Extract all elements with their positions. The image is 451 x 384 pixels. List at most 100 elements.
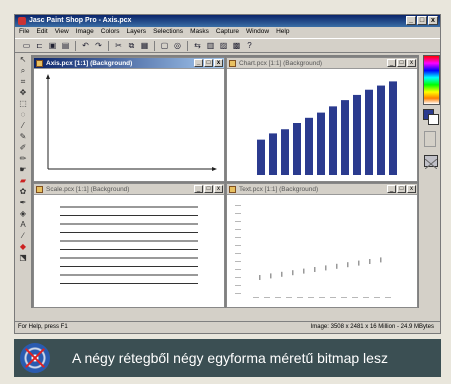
- document-window-chart[interactable]: Chart.pcx [1:1] (Background) _ □ x: [226, 57, 418, 182]
- crop-icon[interactable]: ⌗: [18, 77, 28, 87]
- color-spectrum[interactable]: [423, 55, 440, 105]
- scale-canvas[interactable]: [34, 195, 224, 307]
- doc-minimize-button[interactable]: _: [194, 185, 203, 193]
- image-icon[interactable]: ▨: [218, 41, 229, 51]
- toolbar: ▭ ⊏ ▣ ▤ ↶ ↷ ✂ ⧉ ▦ ▢ ◎ ⇆ ▥ ▨ ▩ ?: [15, 38, 440, 53]
- chart-bar: [365, 89, 373, 175]
- menu-edit[interactable]: Edit: [36, 27, 47, 37]
- zoom-icon[interactable]: ⌕: [18, 66, 28, 76]
- doc-close-button[interactable]: x: [407, 59, 416, 67]
- background-swatch[interactable]: [428, 114, 439, 125]
- document-icon: [36, 186, 43, 193]
- toolbar-separator: [187, 40, 188, 51]
- menu-colors[interactable]: Colors: [101, 27, 120, 37]
- document-window-scale[interactable]: Scale.pcx [1:1] (Background) _ □ x: [33, 183, 225, 308]
- paste-icon[interactable]: ▦: [139, 41, 150, 51]
- document-icon: [229, 60, 236, 67]
- chart-bar: [389, 81, 397, 175]
- doc-maximize-button[interactable]: □: [397, 185, 406, 193]
- chart-bar: [269, 133, 277, 175]
- value-label-mark: [380, 257, 382, 263]
- text-icon[interactable]: A: [18, 220, 28, 230]
- menu-image[interactable]: Image: [76, 27, 94, 37]
- app-window: Jasc Paint Shop Pro - Axis.pcx _ □ x Fil…: [14, 14, 441, 334]
- texture-swatch[interactable]: [424, 155, 438, 170]
- menu-selections[interactable]: Selections: [153, 27, 183, 37]
- draw-icon[interactable]: ∕: [18, 231, 28, 241]
- document-title: Text.pcx [1:1] (Background): [239, 186, 319, 193]
- doc-minimize-button[interactable]: _: [387, 185, 396, 193]
- menu-capture[interactable]: Capture: [216, 27, 239, 37]
- open-icon[interactable]: ⊏: [34, 41, 45, 51]
- menu-masks[interactable]: Masks: [190, 27, 209, 37]
- paintbrush-icon[interactable]: ✎: [18, 132, 28, 142]
- clone-icon[interactable]: ✐: [18, 143, 28, 153]
- help-icon[interactable]: ?: [244, 41, 255, 51]
- cut-icon[interactable]: ✂: [113, 41, 124, 51]
- color-replacer-icon[interactable]: ✏: [18, 154, 28, 164]
- document-title: Chart.pcx [1:1] (Background): [239, 60, 323, 67]
- swap-colors-icon[interactable]: [424, 131, 436, 147]
- object-selector-icon[interactable]: ⬔: [18, 253, 28, 263]
- menu-help[interactable]: Help: [276, 27, 289, 37]
- redo-icon[interactable]: ↷: [93, 41, 104, 51]
- menu-layers[interactable]: Layers: [127, 27, 147, 37]
- browse-icon[interactable]: ◎: [172, 41, 183, 51]
- dropper-icon[interactable]: ⁄: [18, 121, 28, 131]
- text-canvas[interactable]: [227, 195, 417, 307]
- chart-canvas[interactable]: [227, 69, 417, 181]
- document-icon: [229, 186, 236, 193]
- doc-close-button[interactable]: x: [214, 185, 223, 193]
- preset-shapes-icon[interactable]: ◆: [18, 242, 28, 252]
- picture-tube-icon[interactable]: ✿: [18, 187, 28, 197]
- doc-minimize-button[interactable]: _: [387, 59, 396, 67]
- axis-label-mark: [235, 221, 241, 222]
- document-title-bar[interactable]: Chart.pcx [1:1] (Background) _ □ x: [227, 58, 417, 69]
- app-icon[interactable]: [18, 17, 26, 25]
- flood-fill-icon[interactable]: ◈: [18, 209, 28, 219]
- axis-drawing: [46, 74, 217, 171]
- close-button[interactable]: x: [428, 16, 438, 25]
- doc-close-button[interactable]: x: [214, 59, 223, 67]
- document-window-axis[interactable]: Axis.pcx [1:1] (Background) _ □ x: [33, 57, 225, 182]
- undo-icon[interactable]: ↶: [80, 41, 91, 51]
- maximize-button[interactable]: □: [417, 16, 427, 25]
- doc-maximize-button[interactable]: □: [204, 185, 213, 193]
- copy-icon[interactable]: ⧉: [126, 41, 137, 51]
- toggle-icon[interactable]: ⇆: [192, 41, 203, 51]
- no-texture-icon: [424, 158, 438, 170]
- document-title-bar[interactable]: Scale.pcx [1:1] (Background) _ □ x: [34, 184, 224, 195]
- eraser-icon[interactable]: ▰: [18, 176, 28, 186]
- category-label-mark: [341, 297, 347, 298]
- new-icon[interactable]: ▭: [21, 41, 32, 51]
- doc-maximize-button[interactable]: □: [397, 59, 406, 67]
- menu-bar: File Edit View Image Colors Layers Selec…: [15, 27, 440, 37]
- document-title-bar[interactable]: Axis.pcx [1:1] (Background) _ □ x: [34, 58, 224, 69]
- save-icon[interactable]: ▣: [47, 41, 58, 51]
- print-icon[interactable]: ▤: [60, 41, 71, 51]
- doc-minimize-button[interactable]: _: [194, 59, 203, 67]
- menu-file[interactable]: File: [19, 27, 29, 37]
- mover-icon[interactable]: ✥: [18, 88, 28, 98]
- doc-maximize-button[interactable]: □: [204, 59, 213, 67]
- retouch-icon[interactable]: ☛: [18, 165, 28, 175]
- histogram-icon[interactable]: ▥: [205, 41, 216, 51]
- minimize-button[interactable]: _: [406, 16, 416, 25]
- document-title-bar[interactable]: Text.pcx [1:1] (Background) _ □ x: [227, 184, 417, 195]
- x-axis-arrow: [212, 167, 217, 171]
- document-window-text[interactable]: Text.pcx [1:1] (Background) _ □ x: [226, 183, 418, 308]
- selection-icon[interactable]: ⬚: [18, 99, 28, 109]
- airbrush-icon[interactable]: ✒: [18, 198, 28, 208]
- category-label-mark: [308, 297, 314, 298]
- title-bar[interactable]: Jasc Paint Shop Pro - Axis.pcx _ □ x: [15, 15, 440, 27]
- select-arrow-icon[interactable]: ↖: [18, 55, 28, 65]
- menu-view[interactable]: View: [55, 27, 69, 37]
- value-label-mark: [314, 267, 316, 272]
- screen-icon[interactable]: ▢: [159, 41, 170, 51]
- doc-close-button[interactable]: x: [407, 185, 416, 193]
- menu-window[interactable]: Window: [246, 27, 269, 37]
- layers-icon[interactable]: ▩: [231, 41, 242, 51]
- axis-label-mark: [235, 253, 241, 254]
- lasso-icon[interactable]: ◌: [18, 110, 28, 120]
- axis-canvas[interactable]: [34, 69, 224, 181]
